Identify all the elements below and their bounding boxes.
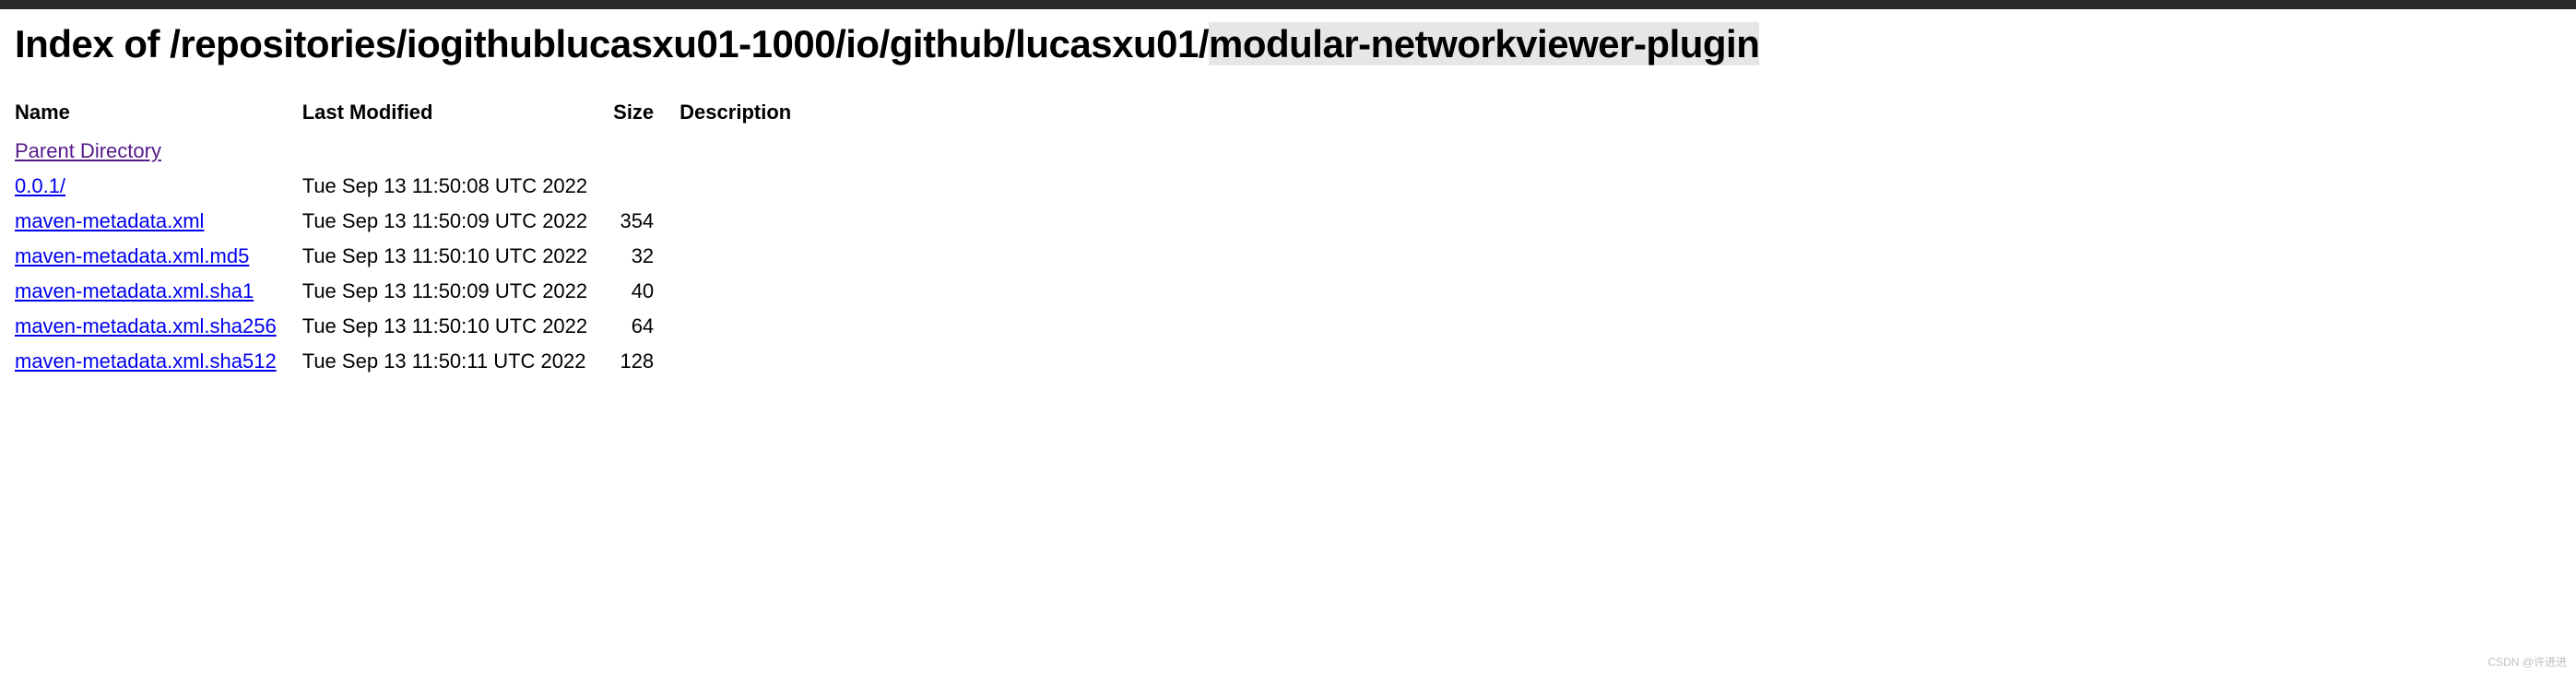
cell-name: maven-metadata.xml.sha1 [15, 274, 302, 309]
cell-modified: Tue Sep 13 11:50:08 UTC 2022 [302, 169, 613, 204]
table-row: maven-metadata.xml Tue Sep 13 11:50:09 UT… [15, 204, 817, 239]
cell-description [679, 134, 817, 169]
cell-name: Parent Directory [15, 134, 302, 169]
cell-modified: Tue Sep 13 11:50:11 UTC 2022 [302, 344, 613, 379]
entry-link[interactable]: maven-metadata.xml [15, 209, 204, 232]
title-highlight: modular-networkviewer-plugin [1209, 22, 1759, 65]
cell-name: maven-metadata.xml.sha256 [15, 309, 302, 344]
cell-description [679, 239, 817, 274]
directory-listing-table: Name Last Modified Size Description Pare… [15, 97, 817, 379]
cell-modified: Tue Sep 13 11:50:10 UTC 2022 [302, 309, 613, 344]
cell-size: 128 [613, 344, 679, 379]
cell-name: maven-metadata.xml.md5 [15, 239, 302, 274]
page-content: Index of /repositories/iogithublucasxu01… [0, 9, 2576, 397]
cell-size [613, 169, 679, 204]
table-row: Parent Directory [15, 134, 817, 169]
entry-link[interactable]: 0.0.1/ [15, 174, 65, 197]
cell-modified: Tue Sep 13 11:50:09 UTC 2022 [302, 204, 613, 239]
cell-description [679, 274, 817, 309]
cell-size: 32 [613, 239, 679, 274]
col-header-modified: Last Modified [302, 97, 613, 134]
watermark: CSDN @许进进 [2487, 654, 2567, 669]
cell-name: 0.0.1/ [15, 169, 302, 204]
table-row: maven-metadata.xml.md5 Tue Sep 13 11:50:1… [15, 239, 817, 274]
entry-link[interactable]: maven-metadata.xml.sha1 [15, 279, 254, 302]
table-row: maven-metadata.xml.sha256 Tue Sep 13 11:5… [15, 309, 817, 344]
cell-size: 64 [613, 309, 679, 344]
entry-link[interactable]: maven-metadata.xml.sha256 [15, 314, 277, 338]
table-row: maven-metadata.xml.sha512 Tue Sep 13 11:5… [15, 344, 817, 379]
cell-size: 354 [613, 204, 679, 239]
window-topbar [0, 0, 2576, 9]
cell-size [613, 134, 679, 169]
table-row: maven-metadata.xml.sha1 Tue Sep 13 11:50:… [15, 274, 817, 309]
entry-link[interactable]: maven-metadata.xml.sha512 [15, 349, 277, 373]
cell-modified: Tue Sep 13 11:50:10 UTC 2022 [302, 239, 613, 274]
col-header-size: Size [613, 97, 679, 134]
cell-description [679, 169, 817, 204]
col-header-name: Name [15, 97, 302, 134]
col-header-description: Description [679, 97, 817, 134]
cell-description [679, 204, 817, 239]
entry-link[interactable]: Parent Directory [15, 139, 161, 162]
cell-description [679, 344, 817, 379]
page-title: Index of /repositories/iogithublucasxu01… [15, 20, 2561, 69]
table-row: 0.0.1/Tue Sep 13 11:50:08 UTC 2022 [15, 169, 817, 204]
cell-modified [302, 134, 613, 169]
cell-modified: Tue Sep 13 11:50:09 UTC 2022 [302, 274, 613, 309]
cell-size: 40 [613, 274, 679, 309]
cell-name: maven-metadata.xml.sha512 [15, 344, 302, 379]
table-header-row: Name Last Modified Size Description [15, 97, 817, 134]
cell-description [679, 309, 817, 344]
entry-link[interactable]: maven-metadata.xml.md5 [15, 244, 249, 267]
title-prefix: Index of /repositories/iogithublucasxu01… [15, 22, 1209, 65]
cell-name: maven-metadata.xml [15, 204, 302, 239]
